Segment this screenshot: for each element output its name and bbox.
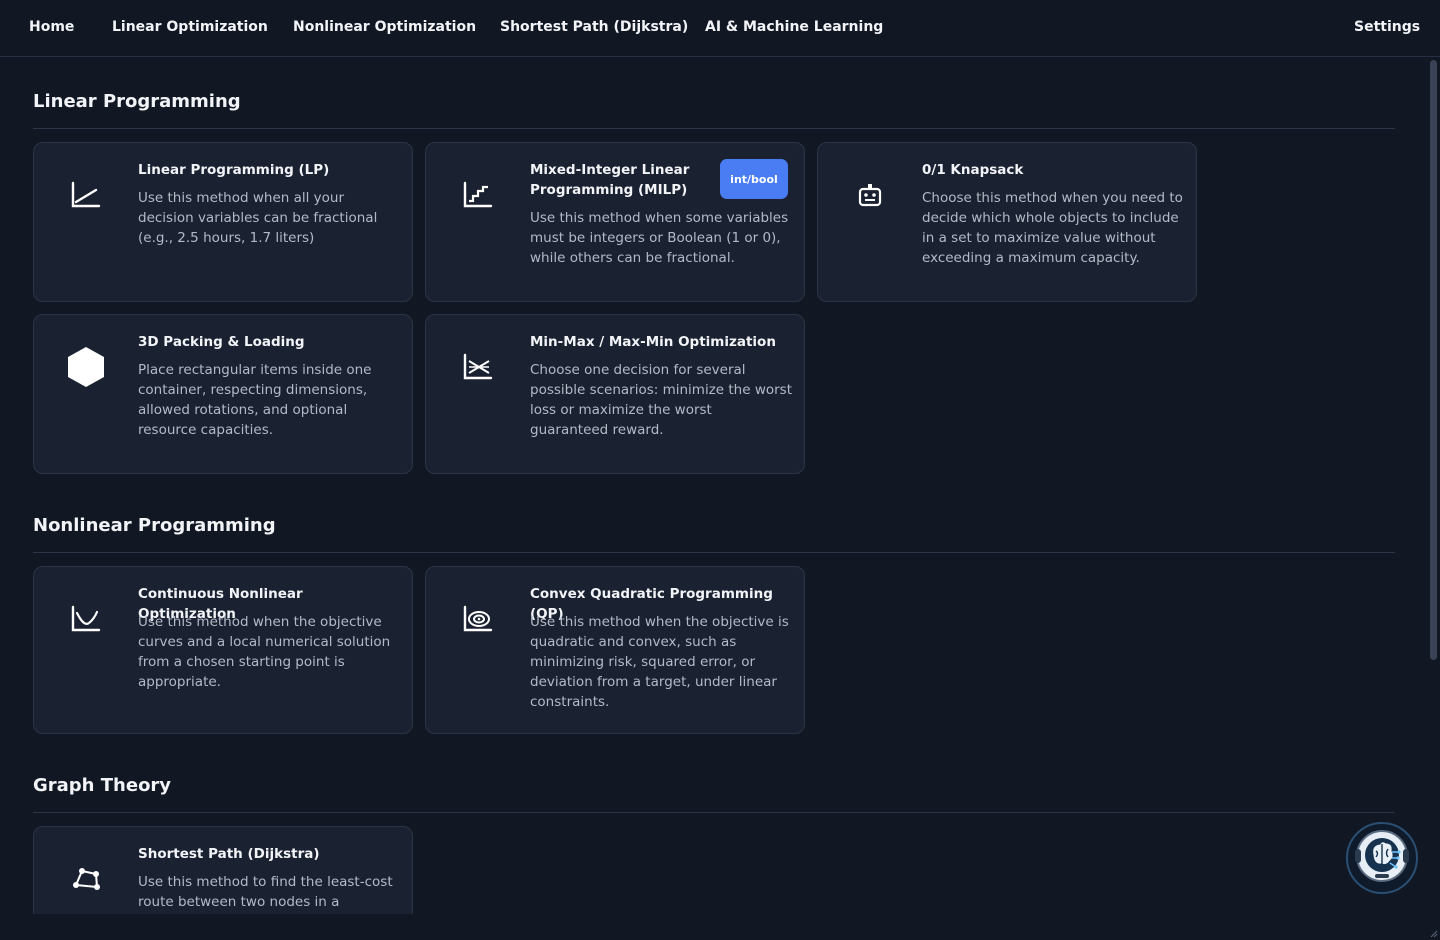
card-knapsack[interactable]: 0/1 Knapsack Choose this method when you… — [817, 142, 1197, 302]
scrollbar-thumb[interactable] — [1430, 60, 1437, 660]
nav-home[interactable]: Home — [29, 19, 74, 35]
card-convex-qp[interactable]: Convex Quadratic Programming (QP) Use th… — [425, 566, 805, 734]
nav-nonlinear-optimization[interactable]: Nonlinear Optimization — [293, 19, 476, 35]
card-title: Min-Max / Max-Min Optimization — [530, 334, 776, 350]
main-content: Linear Programming Linear Programming (L… — [0, 57, 1428, 914]
card-milp[interactable]: Mixed-Integer Linear Programming (MILP) … — [425, 142, 805, 302]
brain-robot-icon — [1353, 827, 1411, 889]
minmax-chart-icon — [458, 347, 498, 387]
contour-chart-icon — [458, 599, 498, 639]
card-linear-programming[interactable]: Linear Programming (LP) Use this method … — [33, 142, 413, 302]
step-chart-icon — [458, 175, 498, 215]
card-description: Use this method when the objective is qu… — [530, 614, 789, 710]
card-title: Linear Programming (LP) — [138, 162, 330, 178]
card-title: Mixed-Integer Linear Programming (MILP) — [530, 162, 690, 198]
card-continuous-nonlinear[interactable]: Continuous Nonlinear Optimization Use th… — [33, 566, 413, 734]
graph-nodes-icon — [66, 859, 106, 899]
hexagon-icon — [66, 347, 106, 387]
top-navigation: Home Linear Optimization Nonlinear Optim… — [0, 0, 1440, 57]
section-title-linear-programming: Linear Programming — [33, 91, 241, 112]
card-description: Use this method when all your decision v… — [138, 190, 378, 246]
section-divider — [33, 128, 1395, 129]
card-shortest-path[interactable]: Shortest Path (Dijkstra) Use this method… — [33, 826, 413, 914]
section-title-graph-theory: Graph Theory — [33, 775, 172, 796]
nav-ai-machine-learning[interactable]: AI & Machine Learning — [705, 19, 883, 35]
card-description: Use this method when the objective curve… — [138, 614, 391, 690]
section-divider — [33, 812, 1395, 813]
section-divider — [33, 552, 1395, 553]
card-description: Place rectangular items inside one conta… — [138, 362, 372, 438]
chart-line-icon — [66, 175, 106, 215]
card-title: Shortest Path (Dijkstra) — [138, 846, 320, 862]
card-description: Choose one decision for several possible… — [530, 362, 793, 438]
curve-chart-icon — [66, 599, 106, 639]
resize-grip-icon[interactable] — [1428, 928, 1438, 938]
card-minmax[interactable]: Min-Max / Max-Min Optimization Choose on… — [425, 314, 805, 474]
card-title: 0/1 Knapsack — [922, 162, 1024, 178]
nav-settings[interactable]: Settings — [1354, 19, 1420, 35]
card-title: 3D Packing & Loading — [138, 334, 305, 350]
card-description: Use this method when some variables must… — [530, 210, 789, 266]
card-description: Choose this method when you need to deci… — [922, 190, 1183, 266]
robot-icon — [850, 175, 890, 215]
section-title-nonlinear-programming: Nonlinear Programming — [33, 515, 276, 536]
nav-shortest-path[interactable]: Shortest Path (Dijkstra) — [500, 19, 688, 35]
bottom-edge — [0, 914, 1428, 940]
int-bool-badge: int/bool — [720, 159, 788, 199]
card-description: Use this method to find the least-cost r… — [138, 874, 393, 910]
nav-linear-optimization[interactable]: Linear Optimization — [112, 19, 268, 35]
ai-assistant-button[interactable] — [1346, 822, 1418, 894]
card-3d-packing[interactable]: 3D Packing & Loading Place rectangular i… — [33, 314, 413, 474]
